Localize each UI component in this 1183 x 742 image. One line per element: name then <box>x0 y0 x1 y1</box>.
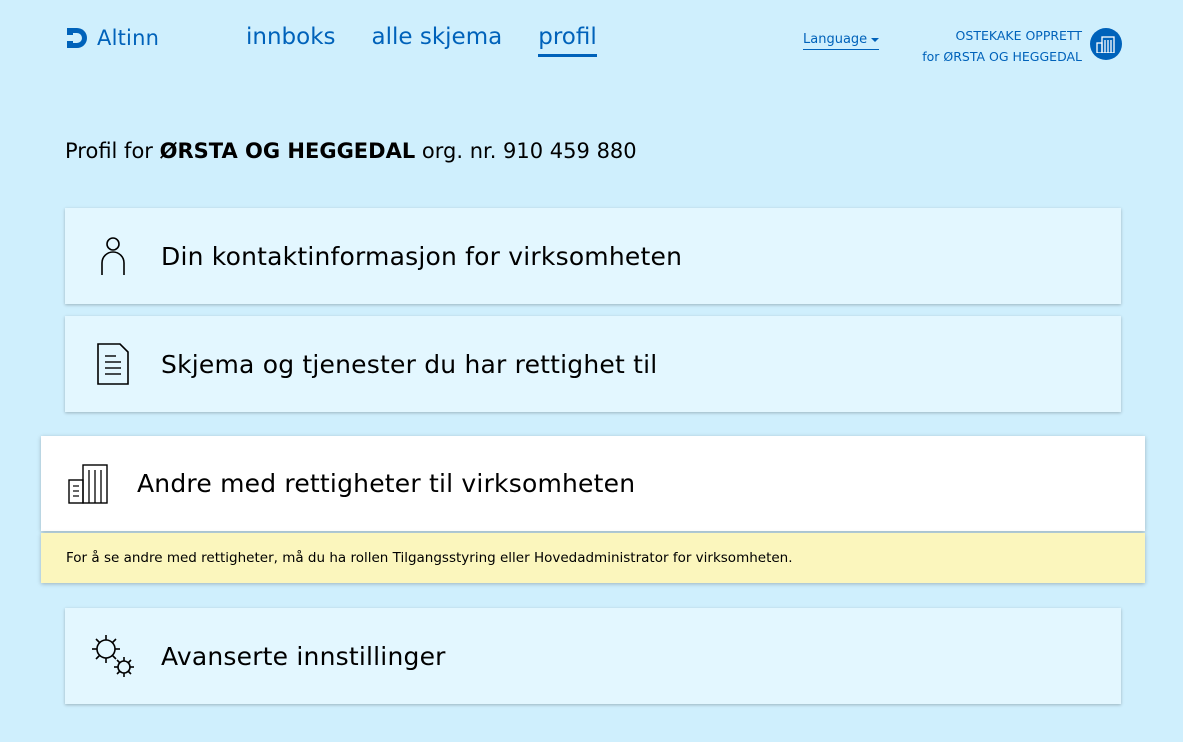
org-name: ØRSTA OG HEGGEDAL <box>159 139 416 163</box>
document-icon <box>65 342 161 386</box>
actor-org: for ØRSTA OG HEGGEDAL <box>922 49 1082 64</box>
nav-inbox[interactable]: innboks <box>246 24 336 57</box>
gears-icon <box>65 632 161 680</box>
language-dropdown[interactable]: Language <box>803 32 880 50</box>
permission-notice: For å se andre med rettigheter, må du ha… <box>41 533 1145 583</box>
altinn-logo[interactable]: Altinn <box>65 26 159 50</box>
card-title: Andre med rettigheter til virksomheten <box>137 469 636 498</box>
advanced-settings-card[interactable]: Avanserte innstillinger <box>65 608 1121 704</box>
others-with-rights-card[interactable]: Andre med rettigheter til virksomheten <box>41 436 1145 531</box>
top-bar: Altinn innboks alle skjema profil Langua… <box>0 0 1183 90</box>
org-number: org. nr. 910 459 880 <box>415 139 637 163</box>
logo-text: Altinn <box>97 26 160 50</box>
forms-services-card[interactable]: Skjema og tjenester du har rettighet til <box>65 316 1121 412</box>
person-icon <box>65 235 161 277</box>
buildings-icon <box>41 463 137 504</box>
card-title: Din kontaktinformasjon for virksomheten <box>161 241 683 271</box>
chevron-down-icon <box>871 37 880 42</box>
nav-all-forms[interactable]: alle skjema <box>372 24 503 57</box>
actor-name: OSTEKAKE OPPRETT <box>955 28 1082 43</box>
altinn-logo-icon <box>67 28 87 48</box>
main-nav: innboks alle skjema profil <box>246 24 597 57</box>
contact-info-card[interactable]: Din kontaktinformasjon for virksomheten <box>65 208 1121 304</box>
actor-switcher[interactable]: OSTEKAKE OPPRETT for ØRSTA OG HEGGEDAL <box>922 25 1082 67</box>
card-title: Avanserte innstillinger <box>161 641 446 671</box>
organization-avatar-icon[interactable] <box>1090 28 1122 60</box>
page-title: Profil for ØRSTA OG HEGGEDAL org. nr. 91… <box>65 139 637 163</box>
language-label: Language <box>803 32 868 47</box>
card-title: Skjema og tjenester du har rettighet til <box>161 349 658 379</box>
profile-prefix: Profil for <box>65 139 160 163</box>
nav-profile[interactable]: profil <box>538 24 597 57</box>
